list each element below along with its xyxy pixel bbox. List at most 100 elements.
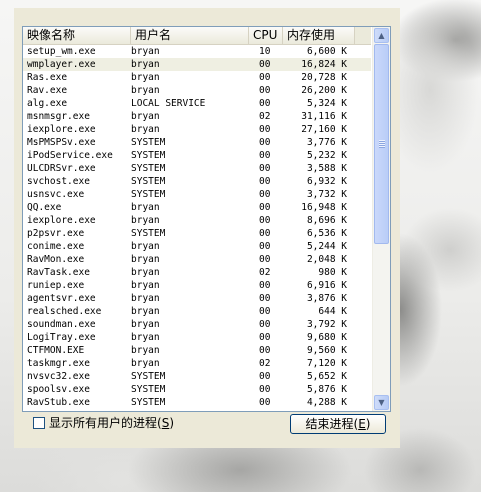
process-row[interactable]: CTFMON.EXE bryan 00 9,560 K	[23, 344, 371, 357]
show-all-users-checkbox[interactable]	[33, 417, 45, 429]
show-all-users-label[interactable]: 显示所有用户的进程(S)	[49, 414, 174, 431]
process-row[interactable]: nvsvc32.exe SYSTEM 00 5,652 K	[23, 370, 371, 383]
process-memory-cell: 5,876 K	[306, 384, 347, 395]
process-memory-cell: 9,560 K	[306, 345, 347, 356]
column-header-memory-usage[interactable]: 内存使用	[283, 27, 355, 44]
process-memory-cell: 5,324 K	[306, 98, 347, 109]
process-name-cell: p2psvr.exe	[27, 228, 85, 239]
process-user-cell: bryan	[131, 345, 160, 356]
process-row[interactable]: wmplayer.exe bryan 00 16,824 K	[23, 58, 371, 71]
process-row[interactable]: QQ.exe bryan 00 16,948 K	[23, 201, 371, 214]
process-row[interactable]: p2psvr.exe SYSTEM 00 6,536 K	[23, 227, 371, 240]
process-memory-cell: 6,600 K	[306, 46, 347, 57]
process-memory-cell: 5,652 K	[306, 371, 347, 382]
process-row[interactable]: Rav.exe bryan 00 26,200 K	[23, 84, 371, 97]
process-row[interactable]: Ras.exe bryan 00 20,728 K	[23, 71, 371, 84]
process-name-cell: ULCDRSvr.exe	[27, 163, 96, 174]
process-row[interactable]: agentsvr.exe bryan 00 3,876 K	[23, 292, 371, 305]
process-row[interactable]: spoolsv.exe SYSTEM 00 5,876 K	[23, 383, 371, 396]
scroll-up-arrow-icon[interactable]: ▲	[374, 28, 389, 43]
process-name-cell: nvsvc32.exe	[27, 371, 90, 382]
process-user-cell: SYSTEM	[131, 163, 166, 174]
process-row[interactable]: RavStub.exe SYSTEM 00 4,288 K	[23, 396, 371, 409]
process-name-cell: RavTask.exe	[27, 267, 90, 278]
process-user-cell: bryan	[131, 293, 160, 304]
process-user-cell: SYSTEM	[131, 397, 166, 408]
process-row[interactable]: iPodService.exe SYSTEM 00 5,232 K	[23, 149, 371, 162]
process-row[interactable]: taskmgr.exe bryan 02 7,120 K	[23, 357, 371, 370]
process-memory-cell: 644 K	[318, 306, 347, 317]
process-user-cell: SYSTEM	[131, 371, 166, 382]
process-memory-cell: 5,232 K	[306, 150, 347, 161]
process-memory-cell: 20,728 K	[301, 72, 347, 83]
process-user-cell: bryan	[131, 280, 160, 291]
process-memory-cell: 980 K	[318, 267, 347, 278]
process-memory-cell: 8,696 K	[306, 215, 347, 226]
process-name-cell: runiep.exe	[27, 280, 85, 291]
scroll-down-arrow-icon[interactable]: ▼	[374, 395, 389, 410]
process-row[interactable]: conime.exe bryan 00 5,244 K	[23, 240, 371, 253]
process-name-cell: msnmsgr.exe	[27, 111, 90, 122]
process-user-cell: bryan	[131, 332, 160, 343]
process-name-cell: setup_wm.exe	[27, 46, 96, 57]
process-user-cell: bryan	[131, 72, 160, 83]
process-user-cell: bryan	[131, 202, 160, 213]
process-memory-cell: 16,824 K	[301, 59, 347, 70]
process-row[interactable]: alg.exe LOCAL SERVICE 00 5,324 K	[23, 97, 371, 110]
process-memory-cell: 7,120 K	[306, 358, 347, 369]
process-row[interactable]: soundman.exe bryan 00 3,792 K	[23, 318, 371, 331]
process-user-cell: bryan	[131, 111, 160, 122]
process-memory-cell: 3,732 K	[306, 189, 347, 200]
process-row[interactable]: iexplore.exe bryan 00 27,160 K	[23, 123, 371, 136]
process-row[interactable]: usnsvc.exe SYSTEM 00 3,732 K	[23, 188, 371, 201]
process-memory-cell: 2,048 K	[306, 254, 347, 265]
process-user-cell: SYSTEM	[131, 189, 166, 200]
column-header-image-name[interactable]: 映像名称	[23, 27, 131, 44]
scroll-thumb[interactable]	[374, 44, 389, 244]
process-memory-cell: 27,160 K	[301, 124, 347, 135]
process-row[interactable]: iexplore.exe bryan 00 8,696 K	[23, 214, 371, 227]
process-memory-cell: 6,916 K	[306, 280, 347, 291]
process-user-cell: SYSTEM	[131, 137, 166, 148]
process-row[interactable]: msnmsgr.exe bryan 02 31,116 K	[23, 110, 371, 123]
process-row[interactable]: setup_wm.exe bryan 10 6,600 K	[23, 45, 371, 58]
process-name-cell: RavMon.exe	[27, 254, 85, 265]
scroll-thumb-grip-icon	[379, 140, 385, 148]
process-user-cell: bryan	[131, 241, 160, 252]
process-row[interactable]: LogiTray.exe bryan 00 9,680 K	[23, 331, 371, 344]
process-memory-cell: 9,680 K	[306, 332, 347, 343]
process-name-cell: wmplayer.exe	[27, 59, 96, 70]
end-process-button[interactable]: 结束进程(E)	[290, 414, 386, 434]
process-user-cell: bryan	[131, 358, 160, 369]
process-name-cell: alg.exe	[27, 98, 68, 109]
column-header-user-name[interactable]: 用户名	[131, 27, 249, 44]
process-row[interactable]: MsPMSPSv.exe SYSTEM 00 3,776 K	[23, 136, 371, 149]
process-user-cell: bryan	[131, 215, 160, 226]
process-list-header: 映像名称 用户名 CPU 内存使用	[23, 27, 371, 45]
process-name-cell: LogiTray.exe	[27, 332, 96, 343]
column-header-cpu[interactable]: CPU	[249, 27, 283, 44]
process-name-cell: QQ.exe	[27, 202, 62, 213]
process-memory-cell: 5,244 K	[306, 241, 347, 252]
process-memory-cell: 4,288 K	[306, 397, 347, 408]
process-name-cell: realsched.exe	[27, 306, 102, 317]
process-memory-cell: 6,932 K	[306, 176, 347, 187]
process-user-cell: SYSTEM	[131, 228, 166, 239]
vertical-scrollbar[interactable]: ▲ ▼	[372, 27, 390, 411]
process-user-cell: bryan	[131, 254, 160, 265]
process-list[interactable]: 映像名称 用户名 CPU 内存使用 setup_wm.exe bryan 10 6,6…	[22, 26, 391, 412]
process-user-cell: bryan	[131, 267, 160, 278]
process-memory-cell: 3,792 K	[306, 319, 347, 330]
process-rows: setup_wm.exe bryan 10 6,600 Kwmplayer.exe br…	[23, 45, 371, 409]
process-row[interactable]: RavMon.exe bryan 00 2,048 K	[23, 253, 371, 266]
process-row[interactable]: RavTask.exe bryan 02 980 K	[23, 266, 371, 279]
process-row[interactable]: realsched.exe bryan 00 644 K	[23, 305, 371, 318]
process-row[interactable]: ULCDRSvr.exe SYSTEM 00 3,588 K	[23, 162, 371, 175]
process-row[interactable]: runiep.exe bryan 00 6,916 K	[23, 279, 371, 292]
process-name-cell: iexplore.exe	[27, 215, 96, 226]
process-memory-cell: 6,536 K	[306, 228, 347, 239]
process-name-cell: usnsvc.exe	[27, 189, 85, 200]
process-row[interactable]: svchost.exe SYSTEM 00 6,932 K	[23, 175, 371, 188]
process-user-cell: bryan	[131, 306, 160, 317]
process-name-cell: iexplore.exe	[27, 124, 96, 135]
